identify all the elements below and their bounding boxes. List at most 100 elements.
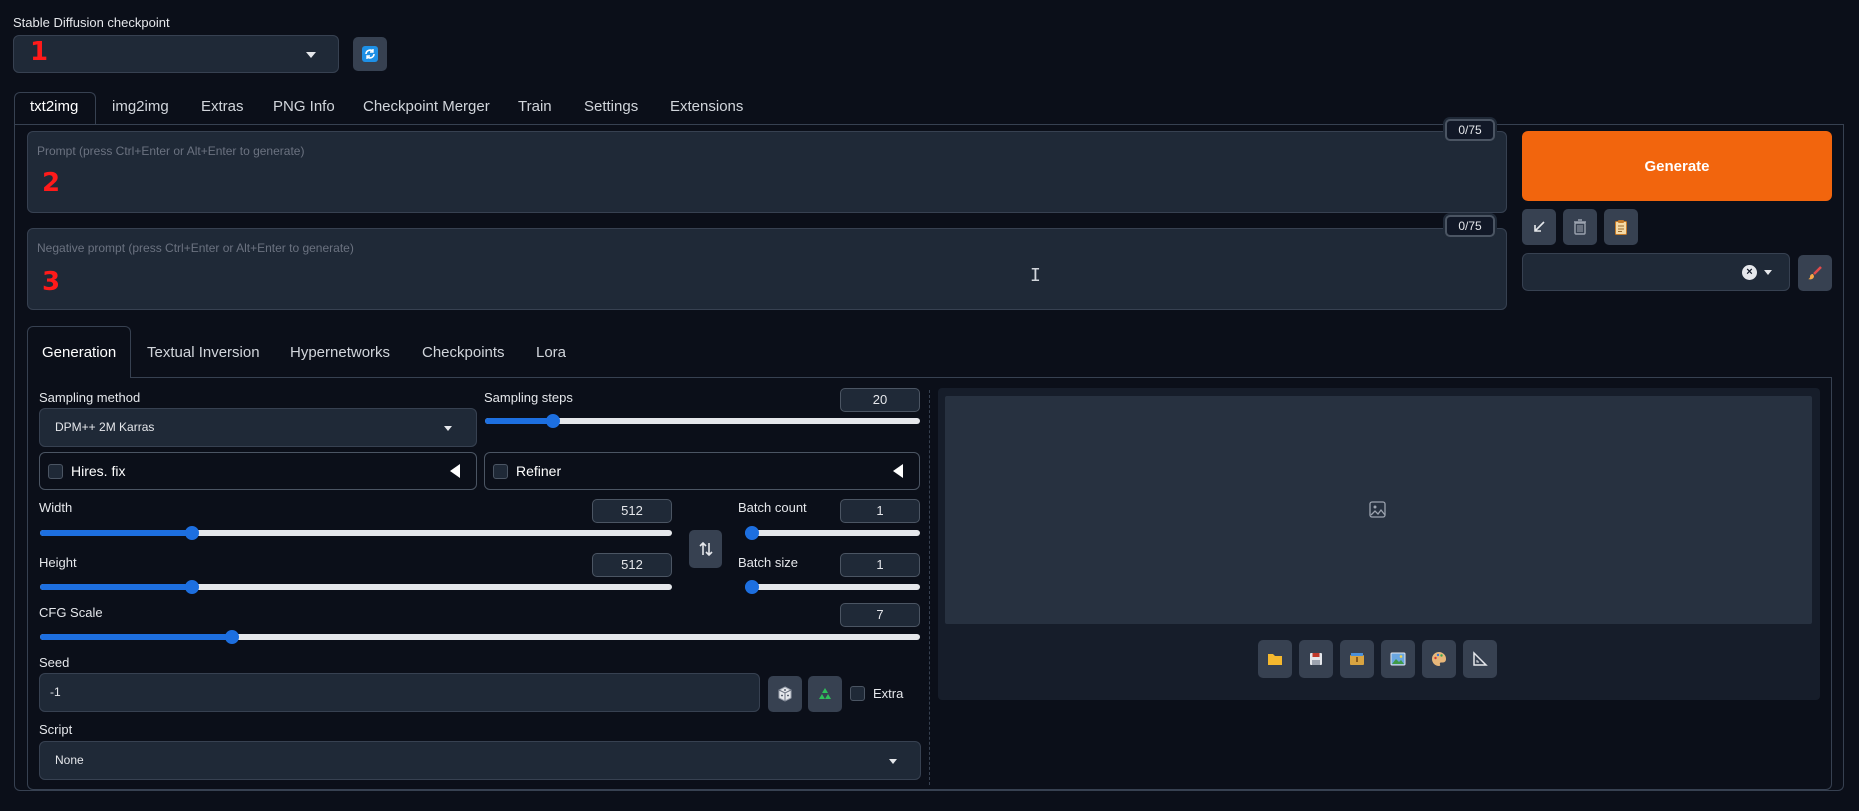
tab-hypernetworks[interactable]: Hypernetworks (290, 344, 390, 361)
send-to-extras-button[interactable] (1463, 640, 1497, 678)
script-dropdown[interactable]: None (39, 741, 921, 780)
height-label: Height (39, 555, 77, 570)
tab-extras[interactable]: Extras (201, 98, 244, 115)
height-slider[interactable] (40, 580, 672, 594)
tab-checkpoint-merger[interactable]: Checkpoint Merger (363, 98, 490, 115)
slider-handle[interactable] (546, 414, 560, 428)
hires-fix-label: Hires. fix (71, 463, 126, 479)
batch-size-input[interactable]: 1 (840, 553, 920, 577)
swap-dimensions-button[interactable] (689, 530, 722, 568)
archive-icon (1350, 653, 1364, 665)
slider-handle[interactable] (745, 526, 759, 540)
slider-handle[interactable] (225, 630, 239, 644)
recycle-icon (819, 688, 831, 699)
clear-prompt-button[interactable] (1563, 209, 1597, 245)
sampling-steps-label: Sampling steps (484, 390, 573, 405)
styles-dropdown[interactable]: × (1522, 253, 1790, 291)
seed-value: -1 (50, 685, 61, 699)
width-slider[interactable] (40, 526, 672, 540)
picture-icon (1390, 652, 1406, 666)
random-seed-button[interactable] (768, 676, 802, 712)
app-root: Stable Diffusion checkpoint 1 txt2img im… (0, 0, 1859, 811)
arrow-down-left-icon (1534, 221, 1545, 232)
tab-train[interactable]: Train (518, 98, 552, 115)
column-divider (929, 390, 930, 785)
read-params-button[interactable] (1522, 209, 1556, 245)
zip-button[interactable] (1340, 640, 1374, 678)
batch-count-slider[interactable] (745, 526, 920, 540)
sampling-steps-slider[interactable] (485, 414, 920, 428)
apply-style-button[interactable] (1604, 209, 1638, 245)
refiner-checkbox[interactable] (493, 464, 508, 479)
annotation-marker-2: 2 (42, 168, 61, 198)
slider-handle[interactable] (185, 526, 199, 540)
tab-settings[interactable]: Settings (584, 98, 638, 115)
slider-fill (40, 584, 192, 590)
width-label: Width (39, 500, 73, 515)
folder-icon (1268, 654, 1282, 665)
slider-handle[interactable] (745, 580, 759, 594)
floppy-disk-icon (1310, 653, 1322, 665)
collapse-triangle-icon (893, 464, 903, 478)
batch-count-label: Batch count (738, 500, 807, 515)
annotation-marker-3: 3 (42, 267, 61, 297)
refresh-icon (362, 46, 378, 62)
clear-x-icon[interactable]: × (1742, 265, 1757, 280)
sampling-method-dropdown[interactable]: DPM++ 2M Karras (39, 408, 477, 447)
hires-fix-checkbox[interactable] (48, 464, 63, 479)
height-input[interactable]: 512 (592, 553, 672, 577)
tab-lora[interactable]: Lora (536, 344, 566, 361)
chevron-down-icon (1764, 270, 1772, 275)
refiner-accordion[interactable]: Refiner (484, 452, 920, 490)
prompt-textarea[interactable]: Prompt (press Ctrl+Enter or Alt+Enter to… (27, 131, 1507, 213)
text-cursor-icon: I (1030, 265, 1041, 286)
hires-fix-accordion[interactable]: Hires. fix (39, 452, 477, 490)
cfg-scale-input[interactable]: 7 (840, 603, 920, 627)
cfg-scale-label: CFG Scale (39, 605, 103, 620)
checkpoint-dropdown[interactable]: 1 (13, 35, 339, 73)
sampling-steps-input[interactable]: 20 (840, 388, 920, 412)
triangle-ruler-icon (1473, 651, 1488, 666)
clipboard-icon (1615, 220, 1627, 235)
prompt-token-counter: 0/75 (1445, 119, 1495, 141)
image-placeholder-icon (1369, 501, 1386, 518)
tab-png-info[interactable]: PNG Info (273, 98, 335, 115)
tab-textual-inversion[interactable]: Textual Inversion (147, 344, 260, 361)
cfg-scale-slider[interactable] (40, 630, 920, 644)
open-folder-button[interactable] (1258, 640, 1292, 678)
prompt-placeholder: Prompt (press Ctrl+Enter or Alt+Enter to… (37, 144, 305, 158)
slider-handle[interactable] (185, 580, 199, 594)
edit-styles-button[interactable] (1798, 255, 1832, 291)
chevron-down-icon (444, 426, 452, 431)
extra-seed-label: Extra (873, 686, 904, 701)
trash-icon (1574, 219, 1586, 235)
send-to-inpaint-button[interactable] (1422, 640, 1456, 678)
refresh-checkpoint-button[interactable] (353, 37, 387, 71)
tab-extensions[interactable]: Extensions (670, 98, 743, 115)
sampling-method-label: Sampling method (39, 390, 141, 405)
chevron-down-icon (306, 52, 316, 58)
batch-size-slider[interactable] (745, 580, 920, 594)
sampling-method-value: DPM++ 2M Karras (55, 420, 155, 434)
refiner-label: Refiner (516, 463, 562, 479)
checkpoint-label: Stable Diffusion checkpoint (13, 15, 170, 30)
batch-count-input[interactable]: 1 (840, 499, 920, 523)
paintbrush-icon (1808, 266, 1822, 280)
batch-size-label: Batch size (738, 555, 798, 570)
tab-checkpoints[interactable]: Checkpoints (422, 344, 505, 361)
tab-txt2img[interactable]: txt2img (30, 98, 78, 115)
width-input[interactable]: 512 (592, 499, 672, 523)
seed-input[interactable]: -1 (39, 673, 760, 712)
negative-prompt-textarea[interactable]: Negative prompt (press Ctrl+Enter or Alt… (27, 228, 1507, 310)
collapse-triangle-icon (450, 464, 460, 478)
save-button[interactable] (1299, 640, 1333, 678)
send-to-img2img-button[interactable] (1381, 640, 1415, 678)
reuse-seed-button[interactable] (808, 676, 842, 712)
slider-fill (40, 634, 232, 640)
negative-prompt-token-counter: 0/75 (1445, 215, 1495, 237)
extra-seed-checkbox[interactable] (850, 686, 865, 701)
tab-img2img[interactable]: img2img (112, 98, 169, 115)
generate-button[interactable]: Generate (1522, 131, 1832, 201)
tab-generation[interactable]: Generation (42, 344, 116, 361)
output-image-area (945, 396, 1812, 624)
